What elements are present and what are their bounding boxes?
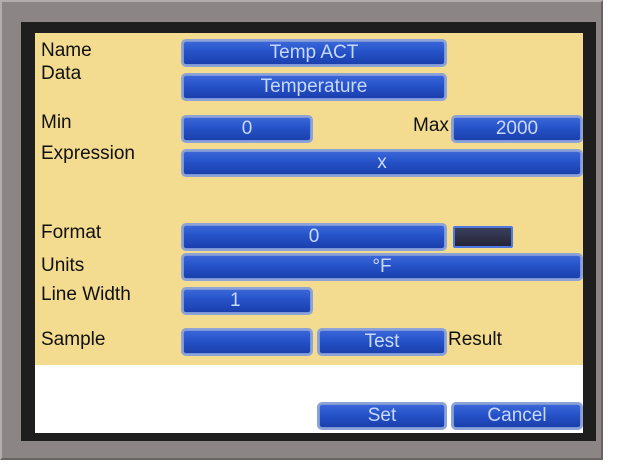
data-field[interactable]: Temperature [183, 75, 445, 99]
line-width-field[interactable]: 1 [183, 289, 311, 313]
tag-config-screen: Name Temp ACT Data Temperature Min 0 Max… [35, 33, 583, 433]
sample-field[interactable] [183, 330, 311, 354]
format-field[interactable]: 0 [183, 225, 445, 249]
units-field[interactable]: °F [183, 255, 581, 279]
test-button[interactable]: Test [319, 330, 445, 354]
max-field[interactable]: 2000 [453, 117, 581, 141]
format-color-swatch[interactable] [453, 226, 513, 248]
result-label: Result [448, 329, 502, 350]
set-button[interactable]: Set [319, 404, 445, 428]
format-label: Format [41, 222, 102, 243]
units-label: Units [41, 255, 85, 276]
min-field[interactable]: 0 [183, 117, 311, 141]
expression-label: Expression [41, 143, 135, 164]
min-label: Min [41, 112, 72, 133]
data-label: Data [41, 63, 82, 84]
line-width-label: Line Width [41, 284, 131, 305]
name-field[interactable]: Temp ACT [183, 41, 445, 65]
max-label: Max [413, 115, 449, 136]
cancel-button[interactable]: Cancel [453, 404, 581, 428]
sample-label: Sample [41, 329, 106, 350]
expression-field[interactable]: x [183, 151, 581, 175]
name-label: Name [41, 40, 92, 61]
